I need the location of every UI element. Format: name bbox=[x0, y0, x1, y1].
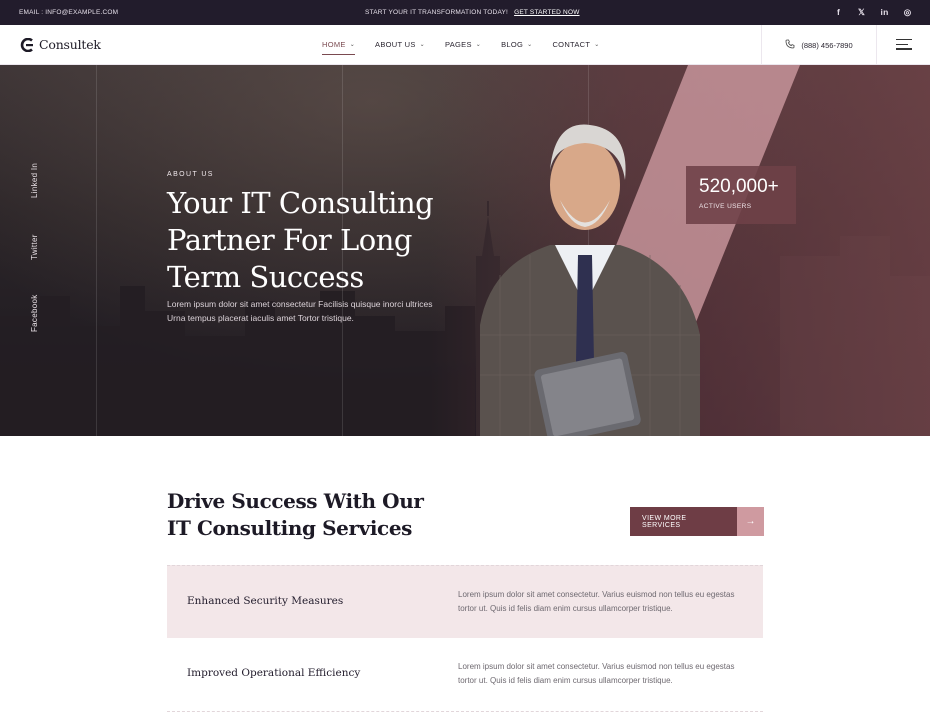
social-facebook-link[interactable]: Facebook bbox=[30, 290, 50, 332]
phone-contact[interactable]: (888) 456-7890 bbox=[761, 25, 877, 65]
service-title: Improved Operational Efficiency bbox=[187, 667, 361, 679]
nav-pages-label: PAGES bbox=[444, 40, 472, 49]
chevron-down-icon: ⌄ bbox=[594, 42, 600, 48]
hero-lead: Lorem ipsum dolor sit amet consectetur F… bbox=[167, 299, 433, 323]
phone-number: (888) 456-7890 bbox=[801, 40, 853, 50]
get-started-link[interactable]: GET STARTED NOW bbox=[514, 9, 579, 16]
nav-blog[interactable]: BLOG ⌄ bbox=[501, 40, 532, 49]
view-more-services-button[interactable]: VIEW MORE SERVICES → bbox=[630, 507, 764, 536]
main-nav: HOME ⌄ ABOUT US ⌄ PAGES ⌄ BLOG ⌄ CONTACT… bbox=[322, 40, 600, 55]
instagram-icon[interactable]: ◎ bbox=[903, 7, 912, 18]
social-twitter-link[interactable]: Twitter bbox=[30, 228, 50, 260]
view-more-services-label: VIEW MORE SERVICES bbox=[630, 507, 737, 536]
site-header: Consultek HOME ⌄ ABOUT US ⌄ PAGES ⌄ BLOG… bbox=[0, 25, 930, 65]
stat-label: ACTIVE USERS bbox=[699, 203, 752, 210]
nav-home[interactable]: HOME ⌄ bbox=[322, 40, 356, 55]
phone-icon bbox=[785, 39, 795, 51]
hero-title: Your IT Consulting Partner For Long Term… bbox=[167, 186, 434, 294]
logo[interactable]: Consultek bbox=[19, 37, 101, 52]
chevron-down-icon: ⌄ bbox=[349, 42, 356, 48]
linkedin-icon[interactable]: in bbox=[880, 7, 889, 18]
topbar-social: f 𝕏 in ◎ bbox=[834, 7, 912, 18]
nav-contact[interactable]: CONTACT ⌄ bbox=[552, 40, 599, 49]
x-twitter-icon[interactable]: 𝕏 bbox=[857, 7, 866, 18]
hero-section: Linked In Twitter Facebook ABOUT US Your… bbox=[0, 65, 930, 436]
topbar-email[interactable]: EMAIL : INFO@EXAMPLE.COM bbox=[19, 9, 118, 16]
arrow-right-icon: → bbox=[737, 507, 764, 536]
social-linkedin-link[interactable]: Linked In bbox=[30, 158, 50, 198]
service-row[interactable]: Enhanced Security Measures Lorem ipsum d… bbox=[167, 565, 763, 639]
hamburger-menu-icon[interactable] bbox=[896, 39, 912, 51]
chevron-down-icon: ⌄ bbox=[419, 42, 425, 48]
top-bar: EMAIL : INFO@EXAMPLE.COM START YOUR IT T… bbox=[0, 0, 930, 25]
nav-pages[interactable]: PAGES ⌄ bbox=[445, 40, 481, 49]
services-title: Drive Success With Our IT Consulting Ser… bbox=[167, 489, 424, 540]
brand-name: Consultek bbox=[39, 37, 101, 52]
hero-eyebrow: ABOUT US bbox=[167, 171, 214, 178]
facebook-icon[interactable]: f bbox=[834, 7, 843, 18]
businessman-with-tablet-image bbox=[480, 124, 700, 436]
grid-line bbox=[96, 65, 97, 436]
chevron-down-icon: ⌄ bbox=[475, 42, 482, 48]
nav-about-label: ABOUT US bbox=[375, 40, 416, 49]
service-title: Enhanced Security Measures bbox=[187, 595, 344, 607]
service-description: Lorem ipsum dolor sit amet consectetur. … bbox=[458, 590, 735, 613]
logo-mark-icon bbox=[19, 37, 34, 52]
stat-card: 520,000+ ACTIVE USERS bbox=[686, 166, 796, 224]
stat-value: 520,000+ bbox=[699, 176, 779, 197]
chevron-down-icon: ⌄ bbox=[527, 42, 533, 48]
nav-about-us[interactable]: ABOUT US ⌄ bbox=[375, 40, 425, 49]
nav-blog-label: BLOG bbox=[501, 40, 524, 49]
nav-home-label: HOME bbox=[322, 40, 346, 49]
nav-contact-label: CONTACT bbox=[552, 40, 591, 49]
topbar-promo: START YOUR IT TRANSFORMATION TODAY! GET … bbox=[365, 9, 580, 16]
service-row[interactable]: Improved Operational Efficiency Lorem ip… bbox=[167, 638, 763, 712]
service-description: Lorem ipsum dolor sit amet consectetur. … bbox=[458, 662, 735, 685]
promo-text: START YOUR IT TRANSFORMATION TODAY! bbox=[365, 9, 509, 16]
